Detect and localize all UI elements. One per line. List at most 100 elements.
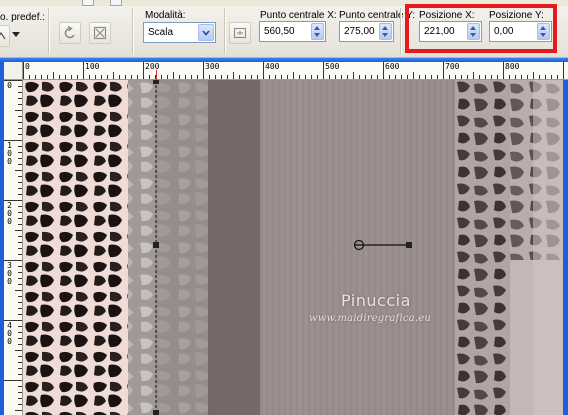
transform-handle-left[interactable] <box>153 242 159 248</box>
apply-transform-icon[interactable] <box>89 22 111 44</box>
ruler-tick <box>18 296 22 297</box>
ruler-tick <box>18 116 22 117</box>
ruler-tick <box>299 75 300 79</box>
ruler-tick <box>161 75 162 79</box>
toolbar-divider <box>224 8 225 54</box>
ruler-tick <box>18 86 22 87</box>
ruler-tick <box>383 62 384 79</box>
ruler-label: 800 <box>505 62 520 71</box>
ruler-tick <box>395 75 396 79</box>
ruler-tick <box>281 75 282 79</box>
ruler-tick <box>18 362 22 363</box>
ruler-tick <box>239 75 240 79</box>
ruler-tick <box>389 75 390 79</box>
rotation-handle[interactable] <box>406 242 412 248</box>
ruler-tick <box>365 75 366 79</box>
window-frame-right <box>563 80 568 415</box>
ruler-tick <box>15 170 22 171</box>
ruler-tick <box>179 75 180 79</box>
tool-options-bar: o. predef.: Modalità: Scala Punto centra… <box>0 0 568 58</box>
ruler-tick <box>413 72 414 79</box>
ruler-tick <box>101 75 102 79</box>
ruler-tick <box>53 72 54 79</box>
ruler-tick <box>18 158 22 159</box>
preset-dropdown-arrow-icon[interactable] <box>12 32 20 37</box>
ruler-tick <box>18 392 22 393</box>
ruler-tick <box>18 278 22 279</box>
ruler-corner <box>4 62 23 80</box>
center-y-input[interactable]: 275,00 <box>339 21 394 42</box>
ruler-tick <box>431 75 432 79</box>
ruler-tick <box>18 242 22 243</box>
ruler-label: 500 <box>325 62 340 71</box>
ruler-tick <box>257 75 258 79</box>
ruler-tick <box>77 75 78 79</box>
reset-icon[interactable] <box>59 22 81 44</box>
ruler-tick <box>15 230 22 231</box>
ruler-tick <box>449 75 450 79</box>
ruler-tick <box>143 62 144 79</box>
ruler-tick <box>18 254 22 255</box>
ruler-tick <box>269 75 270 79</box>
preset-icon[interactable] <box>0 25 10 47</box>
ruler-tick <box>18 188 22 189</box>
center-y-spinner[interactable] <box>379 23 392 40</box>
ruler-tick <box>551 75 552 79</box>
ruler-tick <box>563 62 564 79</box>
ruler-tick <box>533 72 534 79</box>
center-y-value: 275,00 <box>344 26 375 37</box>
ruler-tick <box>18 122 22 123</box>
ruler-tick <box>18 164 22 165</box>
highlight-annotation-box <box>405 4 557 53</box>
ruler-label: 400 <box>265 62 280 71</box>
ruler-label: 300 <box>205 62 220 71</box>
ruler-tick <box>509 75 510 79</box>
ruler-tick <box>377 75 378 79</box>
ruler-tick <box>15 110 22 111</box>
center-x-input[interactable]: 560,50 <box>259 21 326 42</box>
ruler-tick <box>4 140 22 141</box>
ruler-label: 0 <box>7 81 12 90</box>
center-icon[interactable] <box>229 22 251 44</box>
ruler-tick <box>149 75 150 79</box>
ruler-tick <box>18 194 22 195</box>
ruler-tick <box>18 344 22 345</box>
ruler-tick <box>221 75 222 79</box>
transform-handle-bottom-left[interactable] <box>153 410 159 415</box>
ruler-tick <box>18 128 22 129</box>
ruler-tick <box>89 75 90 79</box>
ruler-tick <box>15 290 22 291</box>
ruler-tick <box>23 62 24 79</box>
image-canvas[interactable]: Pinuccia www.maidiregrafica.eu <box>23 80 563 415</box>
ruler-tick <box>455 75 456 79</box>
ruler-tick <box>18 206 22 207</box>
ruler-tick <box>18 98 22 99</box>
ruler-tick <box>275 75 276 79</box>
ruler-label: 0 <box>25 62 30 71</box>
transform-handle-top-left[interactable] <box>153 80 159 84</box>
ruler-tick <box>521 75 522 79</box>
ruler-tick <box>347 75 348 79</box>
ruler-tick <box>137 75 138 79</box>
ruler-tick <box>371 75 372 79</box>
ruler-tick <box>173 72 174 79</box>
chevron-down-icon[interactable] <box>198 24 214 41</box>
ruler-tick <box>18 104 22 105</box>
ruler-tick <box>557 75 558 79</box>
ruler-tick <box>18 134 22 135</box>
ruler-tick <box>15 350 22 351</box>
ruler-tick <box>71 75 72 79</box>
center-y-label: Punto centrale Y: <box>339 10 415 21</box>
ruler-tick <box>503 62 504 79</box>
ruler-tick <box>359 75 360 79</box>
ruler-tick <box>35 75 36 79</box>
center-x-spinner[interactable] <box>311 23 324 40</box>
ruler-tick <box>18 212 22 213</box>
ruler-tick <box>419 75 420 79</box>
ruler-tick <box>18 152 22 153</box>
mode-select-value: Scala <box>148 27 174 38</box>
ruler-tick <box>437 75 438 79</box>
mode-select[interactable]: Scala <box>143 22 216 43</box>
ruler-tick <box>4 260 22 261</box>
ruler-tick <box>263 62 264 79</box>
